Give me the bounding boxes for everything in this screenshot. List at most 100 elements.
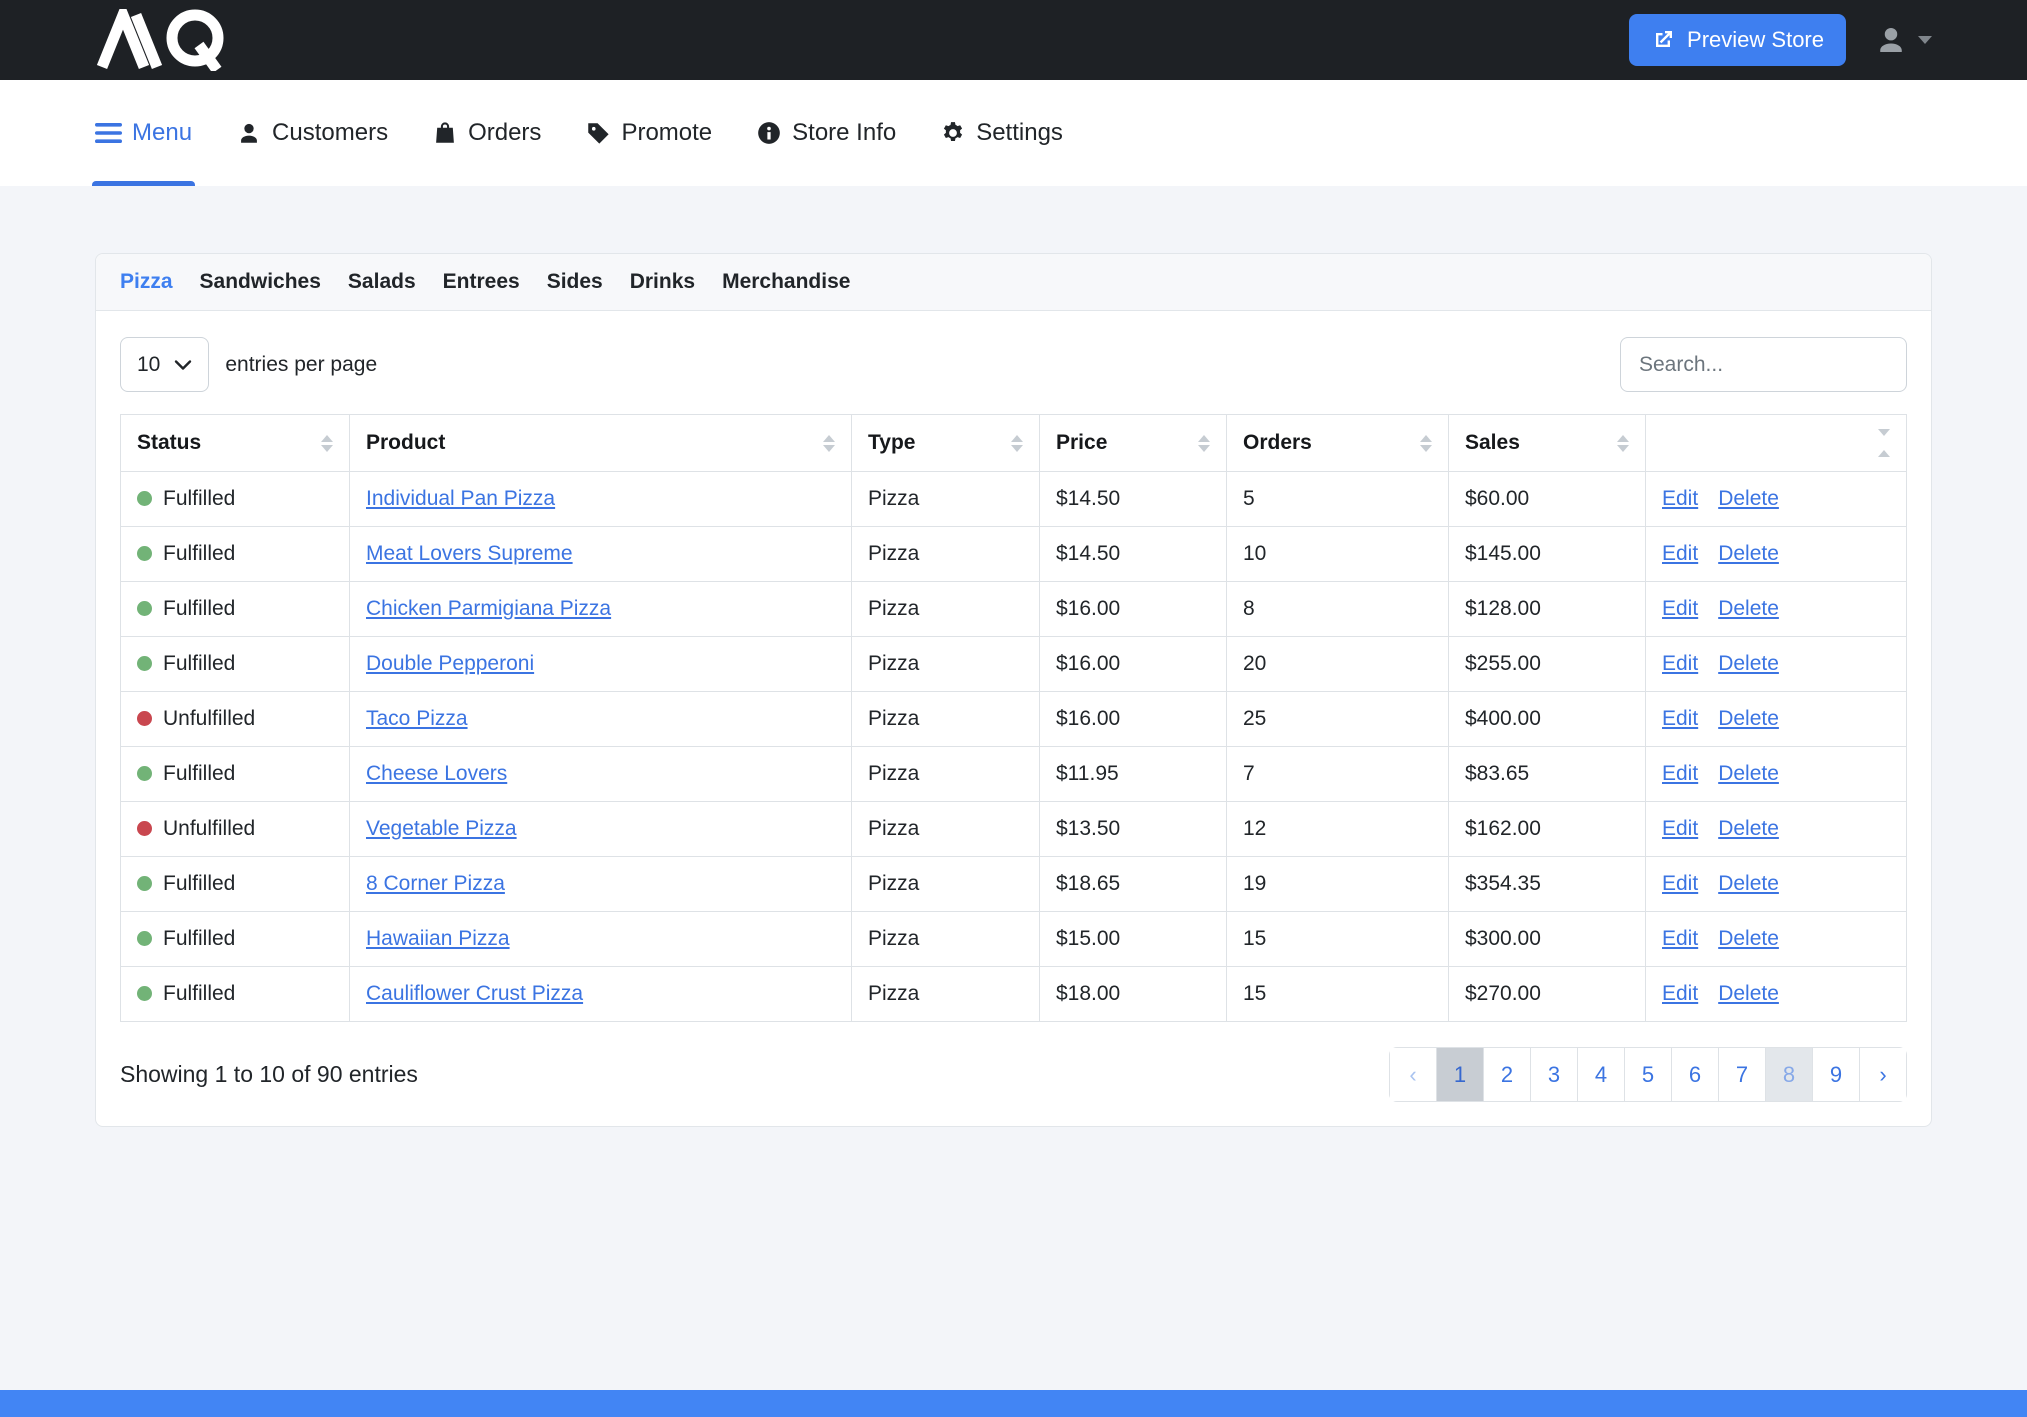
delete-link[interactable]: Delete: [1718, 872, 1779, 895]
delete-link[interactable]: Delete: [1718, 707, 1779, 730]
type-cell: Pizza: [852, 472, 1040, 527]
delete-link[interactable]: Delete: [1718, 982, 1779, 1005]
orders-cell: 12: [1227, 802, 1449, 857]
entries-per-page-select[interactable]: 10: [120, 337, 209, 392]
delete-link[interactable]: Delete: [1718, 927, 1779, 950]
page-button-2[interactable]: 2: [1483, 1047, 1531, 1102]
table-header: StatusProductTypePrice Orders Sales: [121, 415, 1907, 472]
product-link[interactable]: Chicken Parmigiana Pizza: [366, 597, 611, 620]
sales-cell: $128.00: [1449, 582, 1646, 637]
delete-link[interactable]: Delete: [1718, 817, 1779, 840]
nav-item-settings[interactable]: Settings: [940, 80, 1063, 186]
topbar: Preview Store: [0, 0, 2027, 80]
nav-item-store-info[interactable]: Store Info: [756, 80, 896, 186]
product-link[interactable]: Cauliflower Crust Pizza: [366, 982, 583, 1005]
tab-drinks[interactable]: Drinks: [630, 270, 695, 294]
tag-icon: [585, 120, 611, 146]
table-row: FulfilledCauliflower Crust PizzaPizza$18…: [121, 967, 1907, 1022]
orders-cell: 10: [1227, 527, 1449, 582]
next-page-button[interactable]: ›: [1859, 1047, 1907, 1102]
menu-card: Pizza Sandwiches Salads Entrees Sides Drinks M…: [95, 253, 1932, 1127]
prev-page-button[interactable]: ‹: [1389, 1047, 1437, 1102]
column-label: Orders: [1243, 431, 1312, 455]
edit-link[interactable]: Edit: [1662, 707, 1698, 730]
delete-link[interactable]: Delete: [1718, 652, 1779, 675]
table-row: FulfilledIndividual Pan PizzaPizza$14.50…: [121, 472, 1907, 527]
status-dot: [137, 821, 152, 836]
product-cell: Cheese Lovers: [350, 747, 852, 802]
edit-link[interactable]: Edit: [1662, 597, 1698, 620]
tab-salads[interactable]: Salads: [348, 270, 416, 294]
column-header-sales[interactable]: Sales: [1449, 415, 1646, 472]
page-button-8[interactable]: 8: [1765, 1047, 1813, 1102]
edit-link[interactable]: Edit: [1662, 817, 1698, 840]
page-button-7[interactable]: 7: [1718, 1047, 1766, 1102]
delete-link[interactable]: Delete: [1718, 542, 1779, 565]
edit-link[interactable]: Edit: [1662, 762, 1698, 785]
column-header-orders[interactable]: Orders: [1227, 415, 1449, 472]
sales-cell: $300.00: [1449, 912, 1646, 967]
tab-sides[interactable]: Sides: [547, 270, 603, 294]
table-row: UnfulfilledTaco PizzaPizza$16.0025$400.0…: [121, 692, 1907, 747]
price-cell: $15.00: [1040, 912, 1227, 967]
page-button-3[interactable]: 3: [1530, 1047, 1578, 1102]
column-header-actions[interactable]: [1646, 415, 1907, 472]
sales-cell: $255.00: [1449, 637, 1646, 692]
page-button-5[interactable]: 5: [1624, 1047, 1672, 1102]
gear-icon: [940, 120, 966, 146]
product-link[interactable]: Vegetable Pizza: [366, 817, 517, 840]
price-cell: $18.65: [1040, 857, 1227, 912]
actions-cell: Edit Delete: [1646, 967, 1907, 1022]
column-header-product[interactable]: Product: [350, 415, 852, 472]
delete-link[interactable]: Delete: [1718, 487, 1779, 510]
column-header-type[interactable]: Type: [852, 415, 1040, 472]
chevron-down-icon: [174, 359, 192, 371]
column-header-price[interactable]: Price: [1040, 415, 1227, 472]
type-cell: Pizza: [852, 582, 1040, 637]
product-link[interactable]: Double Pepperoni: [366, 652, 534, 675]
nav-item-orders[interactable]: Orders: [432, 80, 541, 186]
nav-item-menu[interactable]: Menu: [95, 80, 192, 186]
edit-link[interactable]: Edit: [1662, 542, 1698, 565]
footer-accent-bar: [0, 1390, 2027, 1417]
product-link[interactable]: Individual Pan Pizza: [366, 487, 555, 510]
table-row: FulfilledCheese LoversPizza$11.957$83.65…: [121, 747, 1907, 802]
nav-item-customers[interactable]: Customers: [236, 80, 388, 186]
status-label: Fulfilled: [163, 872, 235, 895]
table-row: Fulfilled8 Corner PizzaPizza$18.6519$354…: [121, 857, 1907, 912]
sort-icon: [321, 435, 333, 452]
search-input[interactable]: [1620, 337, 1907, 392]
page-button-1[interactable]: 1: [1436, 1047, 1484, 1102]
product-link[interactable]: Hawaiian Pizza: [366, 927, 510, 950]
product-link[interactable]: Meat Lovers Supreme: [366, 542, 573, 565]
type-cell: Pizza: [852, 527, 1040, 582]
preview-store-label: Preview Store: [1687, 27, 1824, 53]
delete-link[interactable]: Delete: [1718, 597, 1779, 620]
product-link[interactable]: 8 Corner Pizza: [366, 872, 505, 895]
product-link[interactable]: Taco Pizza: [366, 707, 468, 730]
status-cell: Fulfilled: [121, 912, 350, 967]
edit-link[interactable]: Edit: [1662, 652, 1698, 675]
user-menu[interactable]: [1874, 23, 1932, 57]
tab-pizza[interactable]: Pizza: [120, 270, 173, 294]
delete-link[interactable]: Delete: [1718, 762, 1779, 785]
nav-item-promote[interactable]: Promote: [585, 80, 712, 186]
type-cell: Pizza: [852, 802, 1040, 857]
edit-link[interactable]: Edit: [1662, 872, 1698, 895]
edit-link[interactable]: Edit: [1662, 927, 1698, 950]
page-button-9[interactable]: 9: [1812, 1047, 1860, 1102]
info-icon: [756, 120, 782, 146]
tab-sandwiches[interactable]: Sandwiches: [200, 270, 321, 294]
edit-link[interactable]: Edit: [1662, 982, 1698, 1005]
preview-store-button[interactable]: Preview Store: [1629, 14, 1846, 66]
product-link[interactable]: Cheese Lovers: [366, 762, 507, 785]
category-tabs: Pizza Sandwiches Salads Entrees Sides Drinks M…: [96, 254, 1931, 311]
tab-merchandise[interactable]: Merchandise: [722, 270, 850, 294]
page-button-4[interactable]: 4: [1577, 1047, 1625, 1102]
price-cell: $13.50: [1040, 802, 1227, 857]
column-header-status[interactable]: Status: [121, 415, 350, 472]
tab-entrees[interactable]: Entrees: [443, 270, 520, 294]
brand-logo[interactable]: [95, 0, 255, 80]
edit-link[interactable]: Edit: [1662, 487, 1698, 510]
page-button-6[interactable]: 6: [1671, 1047, 1719, 1102]
